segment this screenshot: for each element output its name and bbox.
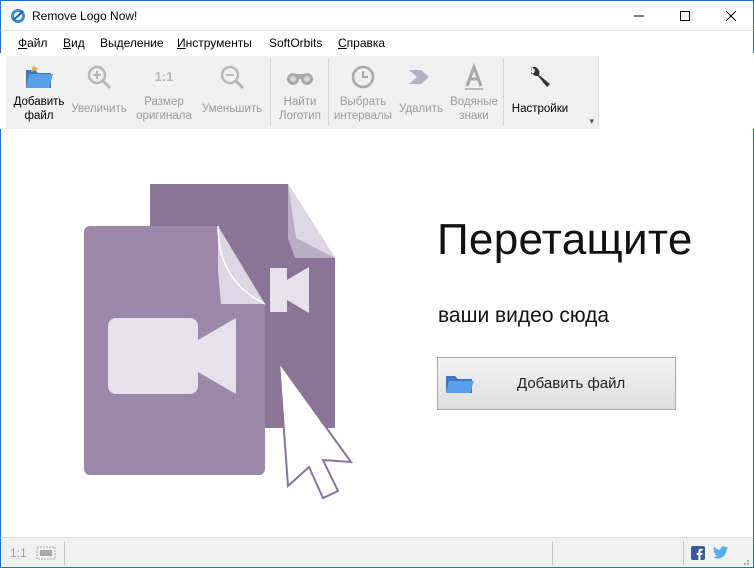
- title-bar: Remove Logo Now!: [0, 0, 754, 31]
- clock-icon: [351, 65, 375, 89]
- status-divider: [552, 541, 553, 565]
- status-divider: [64, 541, 65, 565]
- twitter-icon[interactable]: [713, 546, 728, 559]
- remove-button[interactable]: Удалить: [396, 56, 446, 128]
- menu-file[interactable]: Файл: [18, 36, 48, 50]
- menu-view[interactable]: Вид: [63, 36, 85, 50]
- select-intervals-button[interactable]: Выбрать интервалы: [332, 56, 394, 128]
- zoom-out-icon: [220, 65, 245, 90]
- menu-selection[interactable]: Выделение: [100, 36, 164, 50]
- open-folder-icon: [26, 66, 53, 88]
- status-divider: [683, 541, 684, 565]
- actual-size-icon: 1:1: [154, 69, 174, 84]
- wrench-icon: [531, 66, 550, 87]
- zoom-level[interactable]: 1:1: [10, 546, 27, 560]
- video-files-illustration: [84, 184, 354, 500]
- remove-arrow-icon: [409, 70, 429, 84]
- maximize-button[interactable]: [662, 1, 708, 31]
- toolbar-overflow-icon[interactable]: ▾: [589, 116, 594, 127]
- binoculars-icon: [287, 73, 313, 85]
- settings-button[interactable]: Настройки: [506, 56, 574, 128]
- zoom-out-button[interactable]: Уменьшить: [198, 56, 266, 128]
- find-logos-button[interactable]: Найти Логотип: [274, 56, 326, 128]
- app-logo-icon: [11, 9, 25, 23]
- watermarks-button[interactable]: Водяные знаки: [448, 56, 500, 128]
- zoom-in-button[interactable]: Увеличить: [69, 56, 129, 128]
- toolbar-separator: [270, 58, 271, 126]
- facebook-icon[interactable]: [691, 546, 705, 560]
- close-button[interactable]: [708, 1, 754, 31]
- resize-grip-icon[interactable]: [740, 556, 750, 566]
- add-file-big-button[interactable]: Добавить файл: [437, 357, 676, 410]
- drop-title: Перетащите: [437, 215, 693, 264]
- maximize-icon: [680, 11, 690, 21]
- menu-tools[interactable]: Инструменты: [177, 36, 252, 50]
- status-bar: 1:1: [0, 537, 754, 568]
- fit-to-window-icon[interactable]: [36, 546, 56, 560]
- folder-icon: [446, 376, 474, 393]
- menu-help[interactable]: Справка: [338, 36, 385, 50]
- minimize-icon: [634, 15, 644, 17]
- zoom-in-icon: [87, 65, 112, 90]
- add-file-label: Добавить файл: [517, 375, 626, 392]
- watermark-letter-icon: [465, 62, 483, 90]
- toolbar-separator: [328, 58, 329, 126]
- toolbar-separator: [503, 58, 504, 126]
- add-file-button[interactable]: Добавить файл: [8, 56, 70, 128]
- minimize-button[interactable]: [616, 1, 662, 31]
- drop-subtitle: ваши видео сюда: [438, 304, 610, 327]
- original-size-button[interactable]: 1:1 Размер оригинала: [132, 56, 196, 128]
- close-icon: [726, 11, 736, 21]
- window-title: Remove Logo Now!: [32, 9, 138, 23]
- menu-bar: Файл Вид Выделение Инструменты SoftOrbit…: [0, 31, 754, 53]
- toolbar: Добавить файл Увеличить 1:1 Размер оригина…: [6, 56, 599, 129]
- menu-softorbits[interactable]: SoftOrbits: [269, 36, 322, 50]
